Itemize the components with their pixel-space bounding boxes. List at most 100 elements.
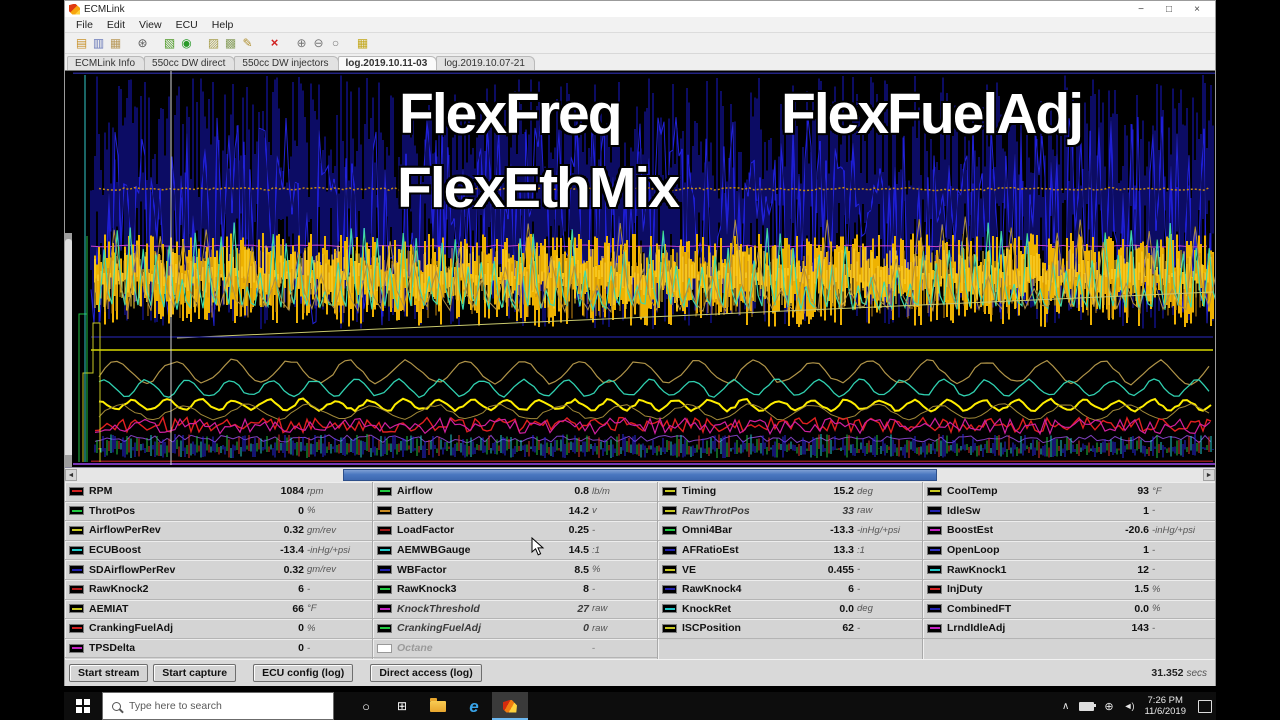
tune-wrench-icon[interactable]: ✎ [239,35,256,51]
tab-550cc-dw-direct[interactable]: 550cc DW direct [144,56,235,70]
graph-horizontal-scrollbar-thumb[interactable] [343,469,937,481]
channel-row[interactable]: Airflow0.8lb/m [373,482,657,502]
channel-row[interactable]: RawKnock112- [923,560,1215,580]
channel-row[interactable]: ECUBoost-13.4-inHg/+psi [65,541,372,561]
channel-row[interactable]: KnockThreshold27raw [373,600,657,620]
sync-ecu-icon[interactable]: ◉ [178,35,195,51]
display-options-icon[interactable]: ▦ [354,35,371,51]
zoom-in-icon[interactable]: ⊕ [293,35,310,51]
channel-row[interactable]: Timing15.2deg [658,482,922,502]
import-table-icon[interactable]: ▧ [161,35,178,51]
menu-help[interactable]: Help [205,19,241,31]
taskbar-icon-file-explorer[interactable] [420,692,456,720]
channel-name: Battery [397,505,537,517]
taskbar-clock[interactable]: 7:26 PM 11/6/2019 [1144,695,1186,717]
tab-log-2019-10-07-21[interactable]: log.2019.10.07-21 [436,56,535,70]
channel-row[interactable]: BoostEst-20.6-inHg/+psi [923,521,1215,541]
channel-row[interactable]: CombinedFT0.0% [923,600,1215,620]
disconnect-icon[interactable]: × [266,35,283,51]
battery-icon[interactable] [1079,702,1094,711]
channel-row[interactable]: ThrotPos0% [65,502,372,522]
graph-vertical-scrollbar[interactable] [65,233,72,467]
scroll-right-arrow[interactable]: ► [1203,469,1215,481]
menu-file[interactable]: File [69,19,100,31]
channel-row[interactable]: VE0.455- [658,560,922,580]
zoom-out-icon[interactable]: ⊖ [310,35,327,51]
channel-row[interactable]: AFRatioEst13.3:1 [658,541,922,561]
channel-name: LoadFactor [397,524,537,536]
log-graph[interactable]: FlexFreqFlexFuelAdjFlexEthMix [65,70,1215,467]
channel-row[interactable]: Omni4Bar-13.3-inHg/+psi [658,521,922,541]
channel-row[interactable]: RawThrotPos33raw [658,502,922,522]
channel-row[interactable]: LoadFactor0.25- [373,521,657,541]
channel-row[interactable]: CoolTemp93°F [923,482,1215,502]
channel-row[interactable]: RawKnock46- [658,580,922,600]
restore-button[interactable]: □ [1155,2,1183,17]
channel-row[interactable]: OpenLoop1- [923,541,1215,561]
channel-unit: gm/rev [307,564,367,575]
network-icon[interactable]: ⊕ [1104,700,1113,713]
channel-value: 14.2 [537,505,589,517]
taskbar-icon-cortana[interactable]: ○ [348,692,384,720]
menu-edit[interactable]: Edit [100,19,132,31]
tab-ecmlink-info[interactable]: ECMLink Info [67,56,145,70]
taskbar-search[interactable]: Type here to search [102,692,334,720]
scroll-left-arrow[interactable]: ◄ [65,469,77,481]
channel-name: OpenLoop [947,544,1097,556]
close-button[interactable]: × [1183,2,1211,17]
channel-color-swatch [662,506,677,515]
channel-row[interactable]: RawKnock38- [373,580,657,600]
start-capture-button[interactable]: Start capture [153,664,236,682]
channel-row[interactable]: LrndIdleAdj143- [923,619,1215,639]
channel-row[interactable]: ISCPosition62- [658,619,922,639]
action-center-icon[interactable] [1198,700,1212,713]
channel-row[interactable]: KnockRet0.0deg [658,600,922,620]
taskbar-icon-edge[interactable]: e [456,692,492,720]
open-log-icon[interactable]: ▤ [73,35,90,51]
channel-row[interactable]: WBFactor8.5% [373,560,657,580]
channel-row[interactable]: RawKnock26- [65,580,372,600]
channel-row[interactable]: Battery14.2v [373,502,657,522]
channel-row[interactable]: IdleSw1- [923,502,1215,522]
channel-color-swatch [377,506,392,515]
taskbar-icon-task-view[interactable]: ⊞ [384,692,420,720]
channel-unit: raw [592,623,652,634]
start-stream-button[interactable]: Start stream [69,664,148,682]
taskbar-icon-ecmlink[interactable] [492,692,528,720]
channel-row[interactable]: AEMIAT66°F [65,600,372,620]
graph-horizontal-scrollbar[interactable]: ◄ ► [65,467,1215,482]
channel-name: CrankingFuelAdj [397,622,537,634]
channel-row[interactable]: RPM1084rpm [65,482,372,502]
channel-row[interactable]: AEMWBGauge14.5:1 [373,541,657,561]
channel-row[interactable]: CrankingFuelAdj0raw [373,619,657,639]
channel-color-swatch [69,487,84,496]
edit-tables-icon[interactable]: ▨ [205,35,222,51]
direct-access-log--button[interactable]: Direct access (log) [370,664,481,682]
graph-vertical-scrollbar-thumb[interactable] [65,239,72,455]
zoom-reset-icon[interactable]: ○ [327,35,344,51]
start-button[interactable] [64,692,102,720]
table-tools-icon[interactable]: ▩ [222,35,239,51]
channel-row[interactable]: AirflowPerRev0.32gm/rev [65,521,372,541]
save-log-icon[interactable]: ▥ [90,35,107,51]
menu-view[interactable]: View [132,19,169,31]
volume-icon[interactable]: ◄) [1124,701,1134,711]
channel-row[interactable]: SDAirflowPerRev0.32gm/rev [65,560,372,580]
tray-expand-icon[interactable]: ∧ [1062,701,1069,712]
tab-550cc-dw-injectors[interactable]: 550cc DW injectors [234,56,338,70]
minimize-button[interactable]: − [1127,2,1155,17]
channel-row[interactable]: Octane- [373,639,657,659]
settings-gear-icon[interactable]: ⊛ [134,35,151,51]
channel-row[interactable]: TPSDelta0- [65,639,372,659]
tab-log-2019-10-11-03[interactable]: log.2019.10.11-03 [338,56,438,70]
channel-row[interactable]: CrankingFuelAdj0% [65,619,372,639]
channel-unit: gm/rev [307,525,367,536]
channel-unit: -inHg/+psi [857,525,917,536]
channel-row[interactable]: InjDuty1.5% [923,580,1215,600]
channel-color-swatch [377,585,392,594]
channel-unit: - [857,584,917,595]
ecu-config-log--button[interactable]: ECU config (log) [253,664,353,682]
channel-value: 27 [537,603,589,615]
copy-log-icon[interactable]: ▦ [107,35,124,51]
menu-ecu[interactable]: ECU [169,19,205,31]
